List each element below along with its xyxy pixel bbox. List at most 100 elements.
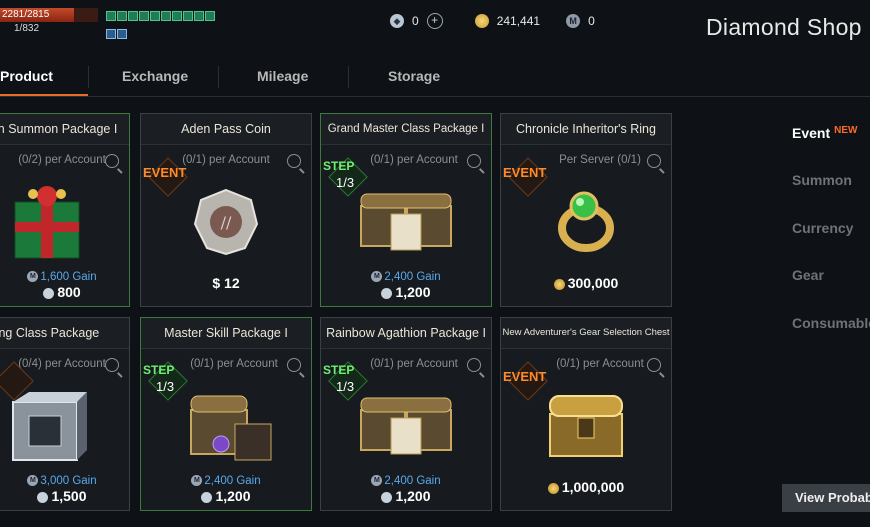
tab-product[interactable]: Product	[0, 68, 53, 84]
gain-amount: 1,600	[40, 271, 70, 283]
chest-icon	[360, 397, 452, 455]
buff-icon	[106, 29, 116, 39]
tab-exchange[interactable]: Exchange	[122, 68, 188, 84]
gain-info: M 2,400 Gain	[321, 475, 491, 487]
chest-icon	[360, 193, 452, 251]
product-card[interactable]: ning Class Package (0/4) per Account T M…	[0, 317, 130, 511]
price: 1,200	[321, 488, 491, 504]
gain-label: Gain	[72, 475, 97, 487]
category-event[interactable]: Event NEW	[792, 125, 857, 141]
diamond-icon	[201, 491, 213, 503]
gain-amount: 2,400	[204, 475, 234, 487]
tab-storage[interactable]: Storage	[388, 68, 440, 84]
adena-icon	[547, 482, 559, 494]
tab-mileage[interactable]: Mileage	[257, 68, 308, 84]
gain-label: Gain	[236, 475, 261, 487]
new-badge: NEW	[834, 125, 858, 136]
zoom-icon[interactable]	[467, 154, 481, 168]
diamond-icon	[381, 287, 393, 299]
active-tab-indicator	[0, 94, 88, 96]
buff-icon	[161, 11, 171, 21]
buff-icon	[128, 11, 138, 21]
product-card[interactable]: Rainbow Agathion Package I (0/1) per Acc…	[320, 317, 492, 511]
buff-icon	[139, 11, 149, 21]
gain-amount: 2,400	[384, 271, 414, 283]
event-badge: EVENT	[143, 157, 188, 197]
price-value: 1,200	[215, 488, 251, 504]
buff-icon	[150, 11, 160, 21]
price: 800	[0, 284, 129, 300]
mileage-icon: M	[27, 475, 39, 487]
coin-icon: //	[193, 188, 259, 256]
zoom-icon[interactable]	[467, 358, 481, 372]
adena-icon	[474, 14, 489, 28]
gain-label: Gain	[72, 271, 97, 283]
product-title: Rainbow Agathion Package I	[321, 318, 491, 349]
buff-icon	[172, 11, 182, 21]
buff-icon	[205, 11, 215, 21]
category-currency[interactable]: Currency	[792, 220, 853, 236]
page-title: Diamond Shop	[706, 14, 862, 40]
price-value: 1,000,000	[561, 479, 625, 495]
buff-icon	[194, 11, 204, 21]
category-summon[interactable]: Summon	[792, 172, 852, 188]
product-title: Master Skill Package I	[141, 318, 311, 349]
product-title: Chronicle Inheritor's Ring	[501, 114, 671, 145]
mp-text: 1/832	[14, 23, 40, 34]
mileage-icon: M	[27, 271, 39, 283]
product-card[interactable]: athion Summon Package I (0/2) per Accoun…	[0, 113, 130, 307]
mileage-icon: M	[191, 475, 203, 487]
gift-box-icon	[14, 186, 80, 259]
category-label: Event	[792, 125, 831, 141]
buff-icon	[117, 29, 127, 39]
product-title: Aden Pass Coin	[141, 114, 311, 145]
hp-bar-empty	[74, 8, 98, 22]
diamond-icon	[37, 491, 49, 503]
price: 1,000,000	[501, 479, 671, 495]
event-badge: EVENT	[503, 361, 548, 401]
product-card[interactable]: New Adventurer's Gear Selection Chest (0…	[500, 317, 672, 511]
mileage-icon: M	[371, 475, 383, 487]
gain-label: Gain	[416, 475, 441, 487]
zoom-icon[interactable]	[105, 358, 119, 372]
zoom-icon[interactable]	[287, 154, 301, 168]
price: 1,500	[0, 488, 129, 504]
chest-icon	[190, 395, 272, 461]
diamond-icon	[43, 287, 55, 299]
price-value: 1,200	[395, 284, 431, 300]
zoom-icon[interactable]	[287, 358, 301, 372]
zoom-icon[interactable]	[647, 154, 661, 168]
price-value: 300,000	[567, 275, 619, 291]
gain-info: M 3,000 Gain	[0, 475, 129, 487]
hp-bar: 2281/2815	[0, 8, 74, 22]
gain-info: M 1,600 Gain	[0, 271, 129, 283]
gain-label: Gain	[416, 271, 441, 283]
adena-amount: 241,441	[496, 14, 541, 28]
zoom-icon[interactable]	[105, 154, 119, 168]
buff-icon	[106, 11, 116, 21]
category-gear[interactable]: Gear	[792, 267, 824, 283]
mileage-icon: M	[371, 271, 383, 283]
product-card[interactable]: Master Skill Package I (0/1) per Account…	[140, 317, 312, 511]
product-title: ning Class Package	[0, 318, 129, 349]
gold-chest-icon	[549, 395, 623, 457]
price: $ 12	[212, 275, 240, 291]
category-consumable[interactable]: Consumable	[792, 315, 870, 331]
price-value: 800	[57, 284, 81, 300]
product-card[interactable]: Chronicle Inheritor's Ring Per Server (0…	[500, 113, 672, 307]
tab-divider	[218, 66, 219, 88]
player-status: 2281/2815 1/832	[0, 8, 100, 36]
svg-text://: //	[221, 213, 232, 232]
product-card[interactable]: Aden Pass Coin (0/1) per Account EVENT /…	[140, 113, 312, 307]
gain-amount: 3,000	[40, 475, 70, 487]
gain-info: M 2,400 Gain	[141, 475, 311, 487]
tab-divider	[348, 66, 349, 88]
buff-list	[106, 9, 222, 39]
zoom-icon[interactable]	[647, 358, 661, 372]
product-card[interactable]: Grand Master Class Package I (0/1) per A…	[320, 113, 492, 307]
currency-bar: ◆ 0 + 241,441 M 0	[390, 11, 595, 31]
add-diamond-button[interactable]: +	[426, 13, 443, 29]
gain-amount: 2,400	[384, 475, 414, 487]
view-probability-button[interactable]: View Probab	[782, 484, 870, 512]
tab-bar: Product Exchange Mileage Storage	[0, 60, 870, 97]
